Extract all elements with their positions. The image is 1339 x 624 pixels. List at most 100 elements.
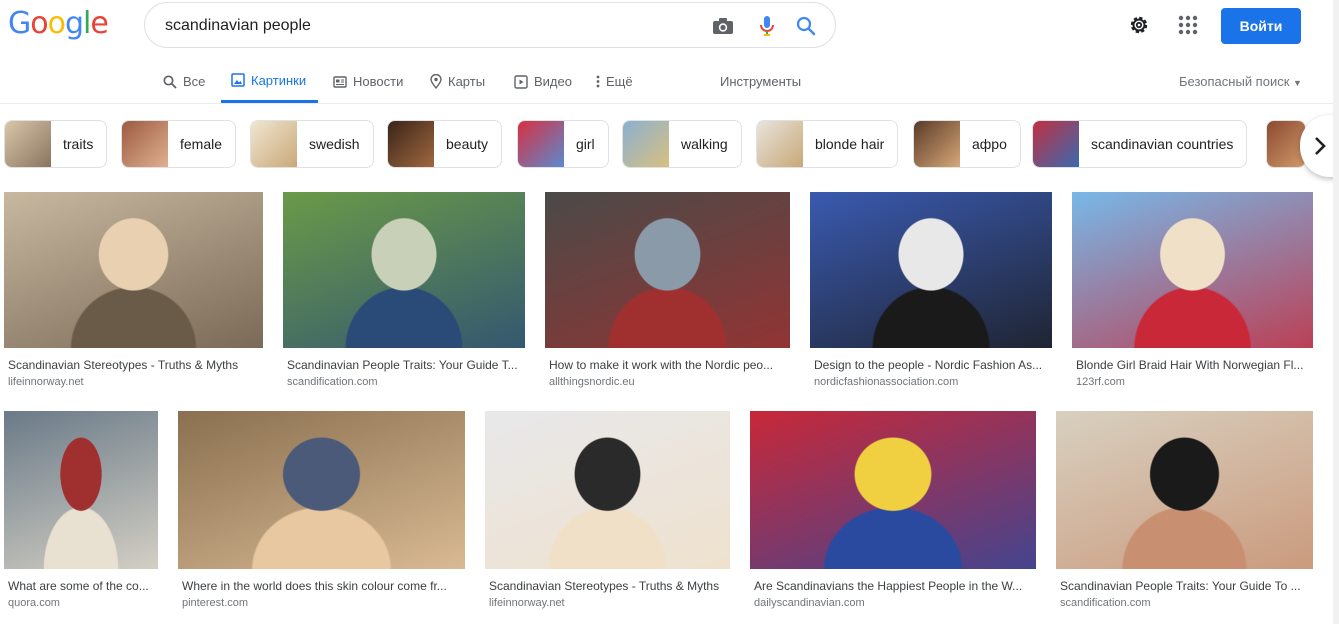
result-thumbnail[interactable]	[1072, 192, 1313, 348]
result-thumbnail[interactable]	[4, 192, 263, 348]
tab-pin[interactable]: Карты	[430, 60, 485, 103]
result-thumbnail[interactable]	[545, 192, 790, 348]
result-title[interactable]: Where in the world does this skin colour…	[182, 579, 463, 593]
search-icon	[163, 74, 177, 89]
logo-letter: o	[30, 6, 48, 41]
search-tabs: Инструменты Безопасный поиск ▼ Все Картин…	[0, 60, 1339, 104]
result-title[interactable]: Scandinavian Stereotypes - Truths & Myth…	[8, 358, 261, 372]
result-thumbnail[interactable]	[485, 411, 730, 569]
image-result[interactable]: Where in the world does this skin colour…	[178, 411, 465, 611]
image-result[interactable]: Scandinavian People Traits: Your Guide T…	[283, 192, 525, 390]
result-source: 123rf.com	[1076, 376, 1125, 388]
tab-search[interactable]: Все	[163, 60, 205, 103]
result-thumbnail[interactable]	[1056, 411, 1313, 569]
result-source: nordicfashionassociation.com	[814, 376, 959, 388]
result-title[interactable]: Scandinavian People Traits: Your Guide T…	[287, 358, 523, 372]
result-source: dailyscandinavian.com	[754, 597, 865, 609]
logo-letter: g	[64, 6, 84, 41]
logo-letter: e	[90, 6, 108, 41]
image-result[interactable]: How to make it work with the Nordic peo.…	[545, 192, 790, 390]
tab-label: Все	[183, 74, 206, 89]
chip-label: scandinavian countries	[1091, 136, 1234, 152]
tab-label: Новости	[353, 74, 404, 89]
tab-news[interactable]: Новости	[333, 60, 403, 103]
result-source: pinterest.com	[182, 597, 249, 609]
signin-button[interactable]: Войти	[1221, 8, 1301, 44]
apps-grid-icon[interactable]	[1177, 14, 1201, 38]
result-title[interactable]: Scandinavian People Traits: Your Guide T…	[1060, 579, 1311, 593]
related-chip[interactable]: walking	[622, 120, 742, 168]
image-result[interactable]: Are Scandinavians the Happiest People in…	[750, 411, 1036, 611]
tab-label: Ещё	[606, 74, 633, 89]
chip-thumbnail	[623, 121, 669, 167]
chip-thumbnail	[1033, 121, 1079, 167]
related-chip[interactable]: beauty	[387, 120, 503, 168]
tab-label: Видео	[534, 74, 572, 89]
result-title[interactable]: How to make it work with the Nordic peo.…	[549, 358, 788, 372]
chip-thumbnail	[5, 121, 51, 167]
play-icon	[514, 74, 528, 89]
image-result[interactable]: What are some of the co... quora.com	[4, 411, 158, 611]
chip-label: female	[180, 136, 223, 152]
google-logo[interactable]: Google	[8, 6, 109, 41]
chip-thumbnail	[757, 121, 803, 167]
chip-label: swedish	[309, 136, 360, 152]
image-result[interactable]: Scandinavian Stereotypes - Truths & Myth…	[4, 192, 263, 390]
related-chip[interactable]: blonde hair	[756, 120, 899, 168]
result-thumbnail[interactable]	[283, 192, 525, 348]
tab-more-vert[interactable]: Ещё	[596, 60, 633, 103]
tab-play[interactable]: Видео	[514, 60, 572, 103]
related-chip[interactable]: scandinavian countries	[1032, 120, 1248, 168]
safe-search-label: Безопасный поиск	[1179, 74, 1290, 89]
caret-down-icon: ▼	[1293, 78, 1302, 88]
result-thumbnail[interactable]	[810, 192, 1052, 348]
result-source: quora.com	[8, 597, 60, 609]
chip-thumbnail	[122, 121, 168, 167]
search-icon[interactable]	[794, 14, 818, 38]
result-thumbnail[interactable]	[178, 411, 465, 569]
scrollbar[interactable]	[1333, 0, 1339, 624]
related-chip[interactable]: female	[121, 120, 237, 168]
result-title[interactable]: What are some of the co...	[8, 579, 156, 593]
search-box	[144, 2, 836, 48]
camera-icon[interactable]	[711, 14, 735, 38]
related-chip[interactable]: swedish	[250, 120, 374, 168]
result-source: lifeinnorway.net	[8, 376, 84, 388]
image-icon	[231, 73, 245, 87]
pin-icon	[430, 74, 442, 89]
image-result[interactable]: Scandinavian Stereotypes - Truths & Myth…	[485, 411, 730, 611]
safe-search-dropdown[interactable]: Безопасный поиск ▼	[1179, 74, 1302, 89]
mic-icon[interactable]	[755, 14, 779, 38]
chip-thumbnail	[251, 121, 297, 167]
more-vert-icon	[596, 75, 600, 88]
tools-button[interactable]: Инструменты	[720, 74, 801, 89]
result-thumbnail[interactable]	[750, 411, 1036, 569]
result-title[interactable]: Design to the people - Nordic Fashion As…	[814, 358, 1050, 372]
result-source: scandification.com	[287, 376, 378, 388]
search-input[interactable]	[165, 14, 695, 38]
related-chip[interactable]: girl	[517, 120, 609, 168]
result-source: allthingsnordic.eu	[549, 376, 635, 388]
chip-label: walking	[681, 136, 728, 152]
result-title[interactable]: Scandinavian Stereotypes - Truths & Myth…	[489, 579, 728, 593]
chip-label: beauty	[446, 136, 489, 152]
related-chip[interactable]: афро	[913, 120, 1021, 168]
logo-letter: o	[47, 6, 66, 41]
related-chip[interactable]: traits	[4, 120, 108, 168]
logo-letter: l	[83, 6, 91, 41]
news-icon	[333, 75, 347, 89]
image-result[interactable]: Design to the people - Nordic Fashion As…	[810, 192, 1052, 390]
tab-label: Картинки	[251, 72, 307, 88]
image-result[interactable]: Blonde Girl Braid Hair With Norwegian Fl…	[1072, 192, 1313, 390]
chevron-right-icon	[1315, 137, 1326, 155]
result-title[interactable]: Are Scandinavians the Happiest People in…	[754, 579, 1034, 593]
chip-thumbnail	[388, 121, 434, 167]
gear-icon[interactable]	[1127, 13, 1151, 37]
image-result[interactable]: Scandinavian People Traits: Your Guide T…	[1056, 411, 1313, 611]
tab-label: Карты	[448, 74, 486, 89]
result-source: scandification.com	[1060, 597, 1151, 609]
chip-thumbnail	[914, 121, 960, 167]
result-title[interactable]: Blonde Girl Braid Hair With Norwegian Fl…	[1076, 358, 1311, 372]
tab-image[interactable]: Картинки	[221, 60, 319, 103]
result-thumbnail[interactable]	[4, 411, 158, 569]
